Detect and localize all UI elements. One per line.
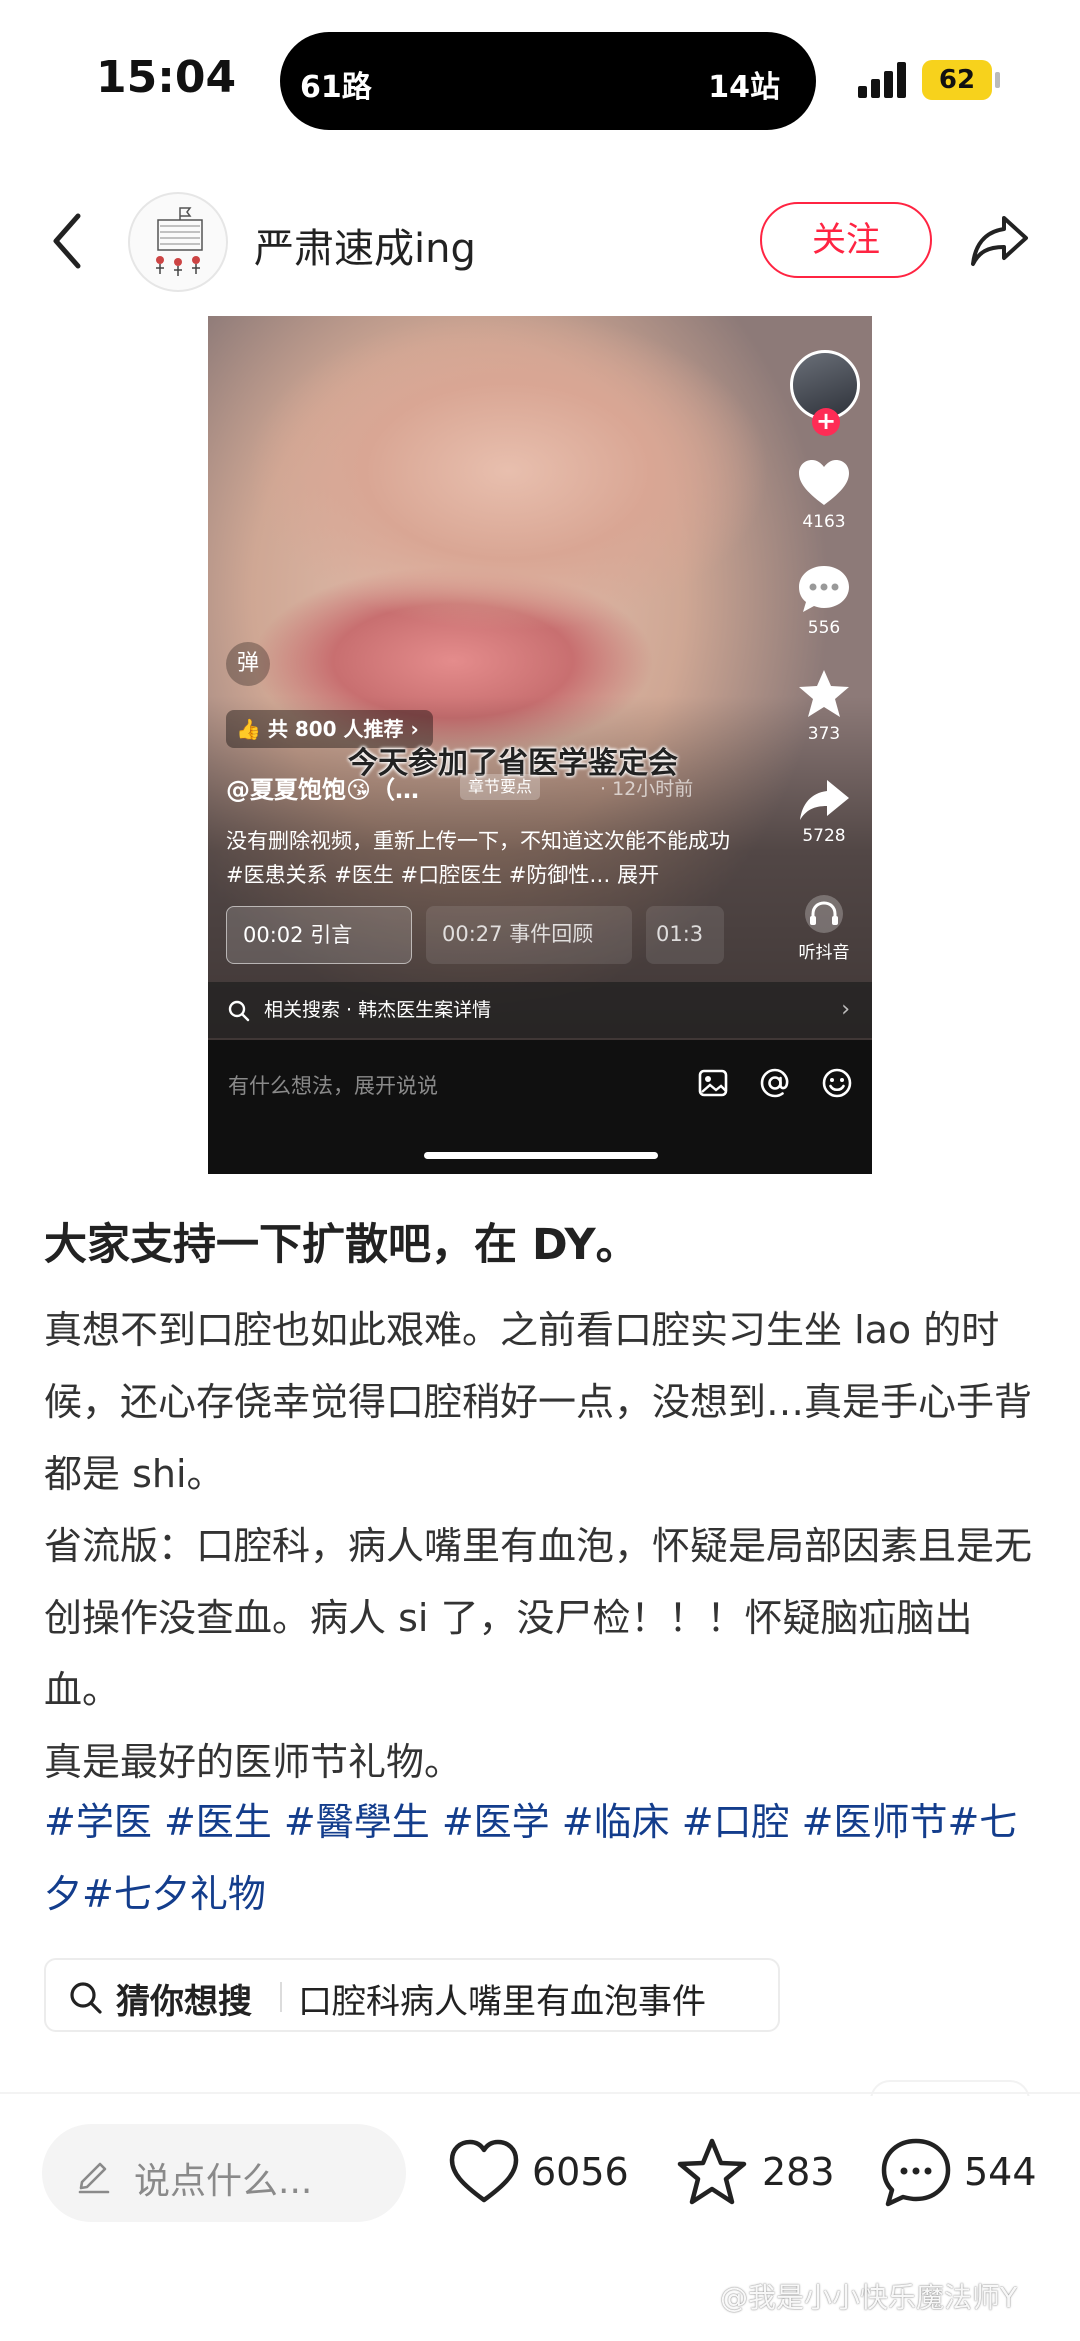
thumbs-up-icon: 👍 (236, 717, 268, 741)
star-icon (799, 670, 849, 717)
hashtag-link[interactable]: #医学 (442, 1800, 550, 1844)
hashtag-link[interactable]: #临床 (562, 1800, 670, 1844)
avatar-drawing (156, 207, 203, 276)
video-description: 没有删除视频，重新上传一下，不知道这次能不能成功#医患关系 #医生 #口腔医生 … (226, 829, 730, 887)
author-avatar[interactable] (128, 192, 228, 292)
comment-input[interactable]: 说点什么... (42, 2124, 406, 2222)
share-arrow-icon (800, 780, 849, 820)
chapter-chip: 00:02 引言 (226, 906, 412, 964)
island-route: 61路 (300, 70, 372, 105)
video-comment-count: 556 (807, 618, 841, 638)
search-icon (228, 1000, 250, 1022)
video-comment-placeholder: 有什么想法，展开说说 (228, 1074, 438, 1098)
home-indicator (424, 1152, 658, 1159)
chapter-chip: 00:27 事件回顾 (426, 906, 632, 964)
search-icon (70, 1982, 102, 2014)
search-suggestion-label: 猜你想搜 (116, 1982, 252, 2022)
danmaku-toggle: 弹 (226, 642, 270, 686)
back-button[interactable] (44, 208, 94, 274)
note-header: 严肃速成ing 关注 (0, 180, 1080, 300)
note-title: 大家支持一下扩散吧，在 DY。 (44, 1220, 639, 1270)
back-arrow-icon (53, 213, 81, 269)
favorite-count: 283 (762, 2150, 835, 2194)
note-paragraph: 省流版：口腔科，病人嘴里有血泡，怀疑是局部因素且是无创操作没查血。病人 si 了… (44, 1524, 1033, 1712)
like-button[interactable]: 6056 (448, 2136, 632, 2212)
note-body: 真想不到口腔也如此艰难。之前看口腔实习生坐 lao 的时候，还心存侥幸觉得口腔稍… (44, 1294, 1044, 1798)
favorite-button[interactable]: 283 (676, 2136, 846, 2212)
like-count: 6056 (532, 2150, 629, 2194)
share-arrow-icon (971, 216, 1028, 266)
note-tags: #学医 #医生 #醫學生 #医学 #临床 #口腔 #医师节#七夕#七夕礼物 (44, 1786, 1044, 1930)
video-time-ago: · 12小时前 (600, 778, 694, 800)
video-share-count: 5728 (802, 826, 846, 846)
comment-button[interactable]: 544 (880, 2136, 1040, 2212)
video-share: 5728 (784, 778, 864, 846)
comment-bubble-icon (799, 566, 849, 612)
heart-icon (449, 2139, 519, 2203)
comment-bubble-icon (881, 2138, 951, 2207)
video-uploader: @夏夏饱饱😘（… (226, 776, 420, 804)
listen-douyin: 听抖音 (784, 894, 864, 963)
related-search-bar: 相关搜索 · 韩杰医生案详情 › (208, 982, 872, 1038)
search-suggestion[interactable]: 猜你想搜 口腔科病人嘴里有血泡事件 (44, 1958, 780, 2032)
bottom-action-bar: 说点什么... 6056 283 544 @我是小小快乐魔法师Y (0, 2096, 1080, 2341)
chapter-chip: 01:3 (646, 906, 724, 964)
listen-label: 听抖音 (798, 943, 850, 963)
watermark: @我是小小快乐魔法师Y (720, 2281, 1018, 2314)
star-icon (677, 2138, 747, 2205)
chapter-badge: 章节要点 (460, 774, 541, 800)
plus-icon: + (812, 408, 840, 436)
dynamic-island[interactable]: 61路 14站 (280, 32, 816, 130)
battery-tip (995, 72, 1000, 88)
note-paragraph: 真想不到口腔也如此艰难。之前看口腔实习生坐 lao 的时候，还心存侥幸觉得口腔稍… (44, 1308, 1033, 1496)
battery-icon: 62 (922, 60, 992, 100)
pen-icon (78, 2162, 110, 2194)
hashtag-link[interactable]: #口腔 (682, 1800, 790, 1844)
hashtag-link[interactable]: #醫學生 (284, 1800, 430, 1844)
share-button[interactable] (968, 210, 1032, 270)
video-comment: 556 (784, 564, 864, 638)
headphones-icon (805, 895, 843, 933)
video-favorite-count: 373 (807, 724, 841, 744)
comment-placeholder: 说点什么... (134, 2161, 313, 2202)
signal-icon (858, 62, 910, 98)
related-search-text: 相关搜索 · 韩杰医生案详情 (264, 999, 492, 1021)
video-comment-bar: 有什么想法，展开说说 (208, 1040, 872, 1174)
chevron-right-icon: › (841, 997, 850, 1022)
heart-icon (799, 460, 849, 505)
search-suggestion-query: 口腔科病人嘴里有血泡事件 (298, 1982, 706, 2022)
at-icon (760, 1068, 789, 1098)
status-bar: 15:04 61路 14站 62 (0, 0, 1080, 160)
island-stops: 14站 (708, 70, 780, 105)
note-image[interactable]: 弹 👍 共 800 人推荐 › 今天参加了省医学鉴定会 @夏夏饱饱😘（… 章节要… (208, 316, 872, 1174)
image-icon (698, 1069, 728, 1097)
divider (280, 1982, 282, 2012)
hashtag-link[interactable]: #医生 (164, 1800, 272, 1844)
emoji-icon (822, 1068, 852, 1098)
comment-count: 544 (964, 2150, 1037, 2194)
video-like: 4163 (784, 458, 864, 532)
status-time: 15:04 (96, 52, 237, 103)
author-name[interactable]: 严肃速成ing (254, 216, 476, 274)
hashtag-link[interactable]: #七夕礼物 (82, 1872, 266, 1916)
hashtag-link[interactable]: #学医 (44, 1800, 152, 1844)
video-favorite: 373 (784, 668, 864, 744)
hashtag-link[interactable]: #医师节 (802, 1800, 948, 1844)
video-like-count: 4163 (802, 512, 846, 532)
follow-button[interactable]: 关注 (760, 202, 932, 278)
